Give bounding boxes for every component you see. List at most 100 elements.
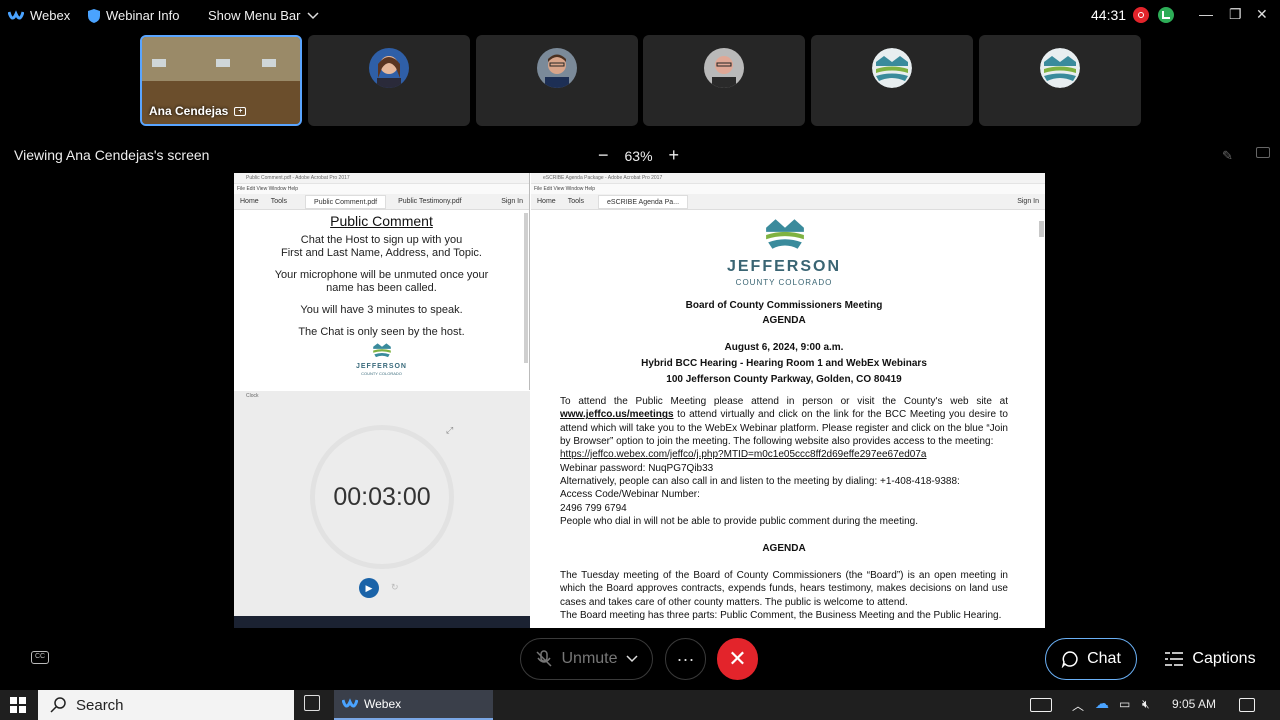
app-name: Webex [30,8,71,23]
zoom-controls: − 63% + [598,145,679,166]
instruction-line: The Chat is only seen by the host. [298,326,465,338]
captions-icon [1165,652,1184,666]
search-icon [50,697,66,713]
restore-icon[interactable]: ❐ [1229,6,1242,23]
volume-muted-icon[interactable]: 🔇︎ [1142,697,1150,712]
avatar [1040,48,1080,88]
meeting-venue: Hybrid BCC Hearing - Hearing Room 1 and … [641,358,927,369]
tools-tab[interactable]: Tools [562,198,590,205]
minimize-icon[interactable]: — [1199,6,1213,22]
reset-icon[interactable]: ↻ [391,582,399,593]
room-screen [262,59,276,67]
notifications-icon[interactable] [1239,698,1255,712]
acrobat-toolbar: Home Tools Public Comment.pdf Public Tes… [234,194,529,210]
avatar [537,48,577,88]
taskbar-search[interactable]: Search [38,690,294,720]
zoom-out-button[interactable]: − [598,145,609,166]
remote-taskbar [234,616,530,628]
webex-app-menu[interactable]: Webex [8,8,70,23]
search-label: Search [76,696,124,714]
remote-control-icon[interactable] [1256,147,1270,158]
zoom-in-button[interactable]: + [669,145,680,166]
onedrive-icon[interactable]: ☁ [1095,695,1109,712]
play-button[interactable]: ▶ [359,578,379,598]
attend-paragraph: To attend the Public Meeting please atte… [560,396,1008,448]
participant-tile-active[interactable]: Ana Cendejas + [140,35,302,126]
zoom-level: 63% [624,147,653,164]
title-bar: Webex Webinar Info Show Menu Bar 44:31 —… [0,0,1280,32]
more-options-button[interactable]: ··· [665,638,706,680]
instruction-line: Your microphone will be unmuted once you… [274,269,489,281]
participant-tile[interactable] [811,35,973,126]
scrollbar[interactable] [524,213,528,363]
webinar-info-label: Webinar Info [106,8,180,23]
doc-tab-public-comment[interactable]: Public Comment.pdf [305,194,387,209]
windows-start-icon[interactable] [10,697,26,713]
network-health-icon[interactable] [1158,7,1174,23]
chat-bubble-icon [1061,651,1078,668]
logo-subtext: COUNTY COLORADO [735,278,833,287]
recording-icon[interactable] [1133,7,1149,23]
callin-info: Alternatively, people can also call in a… [560,476,960,487]
captions-label: Captions [1192,650,1256,667]
participant-name: Ana Cendejas + [149,104,247,118]
webex-url-link[interactable]: https://jeffco.webex.com/jeffco/j.php?MT… [560,448,1008,461]
captions-button[interactable]: Captions [1160,638,1260,680]
avatar [704,48,744,88]
room-screen [152,59,166,67]
home-tab[interactable]: Home [531,198,562,205]
unmute-button[interactable]: Unmute [520,638,653,680]
viewing-label: Viewing Ana Cendejas's screen [14,147,210,163]
participant-tile[interactable] [979,35,1141,126]
jefferson-logo-icon [372,343,391,358]
webinar-password: Webinar password: NuqPG7Qib33 [560,463,714,474]
participant-tile[interactable] [476,35,638,126]
doc-tab-public-testimony[interactable]: Public Testimony.pdf [392,198,468,205]
participant-tile[interactable] [643,35,805,126]
microphone-muted-icon [536,650,553,667]
access-code: 2496 799 6794 [560,503,627,514]
shield-icon [88,8,100,23]
doc-tab-agenda[interactable]: eSCRIBE Agenda Pa... [598,194,689,209]
agenda-heading: AGENDA [762,315,806,326]
webex-logo-icon [8,9,24,19]
annotate-icon[interactable]: ✎ [1222,148,1233,164]
taskbar-clock[interactable]: 9:05 AM [1172,697,1216,711]
closed-captions-icon[interactable]: CC [31,651,49,664]
shared-screen[interactable]: Public Comment.pdf - Adobe Acrobat Pro 2… [234,173,1045,628]
scrollbar[interactable] [1039,221,1044,237]
public-comment-pdf-window: Public Comment.pdf - Adobe Acrobat Pro 2… [234,173,530,390]
public-comment-page: Public Comment Chat the Host to sign up … [234,210,529,376]
taskbar-webex[interactable]: Webex [334,690,493,720]
chat-button[interactable]: Chat [1045,638,1137,680]
page-title: Public Comment [330,213,433,229]
room-screen [216,59,230,67]
task-view-icon[interactable] [304,695,320,711]
instruction-line: You will have 3 minutes to speak. [300,304,463,316]
leave-meeting-button[interactable]: ✕ [717,638,758,680]
home-tab[interactable]: Home [234,198,265,205]
news-icon[interactable] [1030,698,1052,712]
window-title: Clock [234,391,530,402]
expand-icon[interactable]: ⤢ [446,425,453,436]
webinar-info-button[interactable]: Webinar Info [88,8,179,23]
meeting-description: The Tuesday meeting of the Board of Coun… [560,570,1008,608]
sign-in-link[interactable]: Sign In [495,198,529,205]
menu-bar: File Edit View Window Help [234,184,529,194]
tools-tab[interactable]: Tools [265,198,293,205]
avatar [872,48,912,88]
instruction-line: Chat the Host to sign up with you [300,234,463,246]
show-menu-bar-button[interactable]: Show Menu Bar [208,8,319,23]
logo-subtext: COUNTY COLORADO [361,371,402,376]
sign-in-link[interactable]: Sign In [1011,198,1045,205]
network-icon[interactable]: ▭ [1119,697,1130,711]
close-icon[interactable]: ✕ [1256,6,1268,23]
screen-share-icon: + [234,106,247,116]
participant-tile[interactable] [308,35,470,126]
chevron-down-icon[interactable] [625,655,638,663]
chevron-up-icon[interactable]: ︿ [1072,697,1084,714]
meetings-link[interactable]: www.jeffco.us/meetings [560,409,674,420]
jefferson-logo-icon [765,214,805,254]
webex-logo-icon [342,698,358,708]
unmute-label: Unmute [561,650,618,667]
